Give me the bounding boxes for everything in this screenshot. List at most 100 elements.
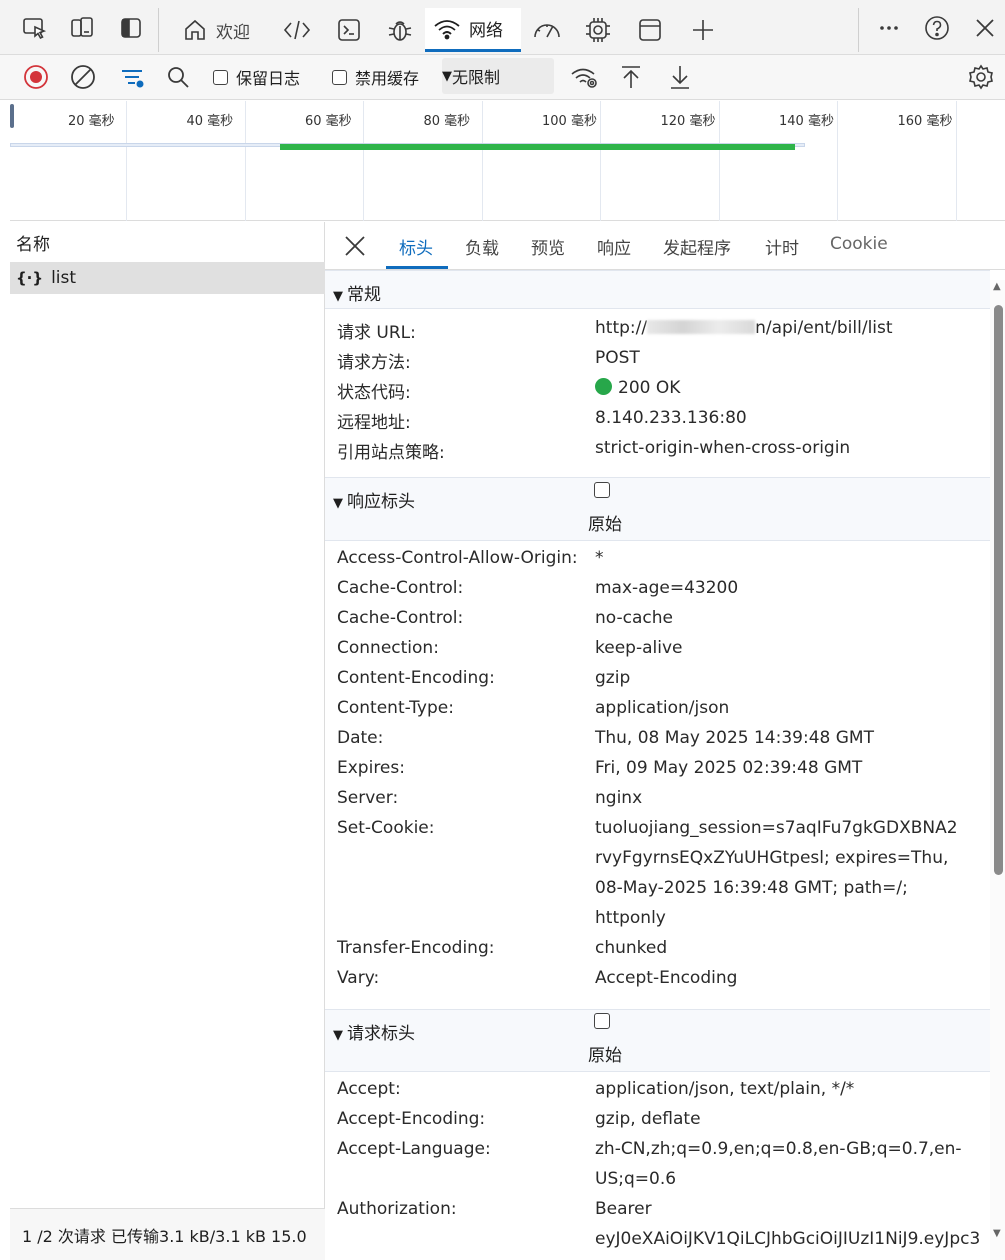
toolbar-divider [858,8,859,52]
disable-cache-checkbox[interactable]: 禁用缓存 [332,64,419,90]
code-icon [283,20,311,40]
header-value: rvyFgyrnsEQxZYuUHGtpesl; expires=Thu, [595,848,949,868]
tab-memory[interactable] [576,8,620,52]
timeline-gridline [955,101,957,221]
close-icon[interactable] [343,234,367,258]
inspect-element-icon[interactable] [21,14,49,42]
timeline-tick-label: 80 毫秒 [423,114,471,129]
throttling-value: 无限制 [452,68,501,87]
status-ok-dot-icon [595,378,612,395]
header-value: keep-alive [595,638,683,658]
tab-application[interactable] [629,8,671,52]
header-key: 引用站点策略: [337,443,445,463]
request-url-value[interactable]: http:// n/api/ent/bill/list [595,318,893,338]
scroll-down-arrow-icon[interactable]: ▼ [993,1228,1001,1239]
dock-side-icon[interactable] [117,14,145,42]
tab-headers[interactable]: 标头 [399,234,433,259]
more-tools-button[interactable] [682,8,724,52]
tab-preview[interactable]: 预览 [531,234,565,259]
tab-network[interactable]: 网络 [425,8,521,52]
list-item[interactable]: {·} list [10,262,325,294]
header-value: gzip [595,668,631,688]
help-icon[interactable] [923,14,951,42]
tab-welcome-label: 欢迎 [216,22,250,43]
timeline-gridline [837,101,838,221]
record-icon [24,65,48,89]
tab-welcome[interactable]: 欢迎 [174,8,258,52]
header-value: gzip, deflate [595,1109,701,1129]
record-button[interactable] [23,64,49,90]
close-devtools-icon[interactable] [971,14,999,42]
response-headers-section-header[interactable]: ▼ 响应标头 原始 [325,477,990,541]
tab-response[interactable]: 响应 [597,234,631,259]
device-emulation-icon[interactable] [68,14,96,42]
filter-button[interactable] [119,64,145,90]
timeline-gridline [481,101,483,221]
search-icon [168,67,189,88]
scroll-up-arrow-icon[interactable]: ▲ [993,281,1001,292]
header-key: Content-Type: [337,698,454,718]
clear-button[interactable] [70,64,96,90]
timeline-tick-label: 140 毫秒 [779,114,834,129]
request-details: 标头 负载 预览 响应 发起程序 计时 Cookie ▼ 常规 请求 URL: h… [325,222,1005,1260]
header-key: Cache-Control: [337,608,464,628]
raw-checkbox[interactable] [594,482,610,498]
tab-payload[interactable]: 负载 [465,234,499,259]
preserve-log-checkbox[interactable]: 保留日志 [213,64,300,90]
network-overview-timeline[interactable]: 20 毫秒 40 毫秒 60 毫秒 80 毫秒 100 毫秒 120 毫秒 140 毫秒 16… [10,101,1005,221]
tab-cookies[interactable]: Cookie [830,234,888,254]
preserve-log-box[interactable] [213,69,228,85]
network-settings-button[interactable] [968,64,994,90]
timeline-tick-label: 60 毫秒 [305,114,352,129]
network-settings-wifi-icon [571,68,597,88]
tab-sources[interactable] [378,8,422,52]
timeline-gridline [126,101,127,221]
console-icon [338,19,360,41]
tab-performance[interactable] [524,8,570,52]
header-key: 请求方法: [337,353,411,373]
request-name: list [51,268,77,288]
more-options-icon[interactable] [875,14,903,42]
header-value: httponly [595,908,666,928]
tab-timing[interactable]: 计时 [765,234,799,259]
search-button[interactable] [166,64,190,90]
raw-checkbox[interactable] [594,1013,610,1029]
plus-icon [693,20,713,40]
import-button[interactable] [619,64,643,90]
export-button[interactable] [668,64,692,90]
header-key: Cache-Control: [337,578,464,598]
tab-network-label: 网络 [469,21,503,41]
throttling-select[interactable]: ▼ 无限制 [442,58,554,94]
timeline-tick-label: 160 毫秒 [897,114,953,129]
request-headers-section-header[interactable]: ▼ 请求标头 原始 [325,1009,990,1072]
header-key: Accept-Language: [337,1139,491,1159]
header-value: nginx [595,788,643,808]
header-value: application/json [595,698,730,718]
header-key: 状态代码: [337,383,411,403]
header-value: US;q=0.6 [595,1169,677,1189]
import-har-button[interactable] [570,64,600,90]
response-headers-title-text: 响应标头 [347,492,415,512]
general-section-title: ▼ 常规 [333,280,381,305]
scrollbar-thumb[interactable] [994,305,1003,875]
header-value: Accept-Encoding [595,968,738,988]
general-section-header[interactable]: ▼ 常规 [325,270,990,309]
request-headers-title: ▼ 请求标头 [333,1019,415,1044]
tab-initiator[interactable]: 发起程序 [663,234,731,259]
disable-cache-label: 禁用缓存 [355,69,420,88]
devtools-tab-bar: 欢迎 网络 [0,0,1005,55]
tab-console[interactable] [328,8,370,52]
tab-elements[interactable] [274,8,320,52]
gear-icon [969,64,993,90]
timeline-selection-handle[interactable] [10,104,14,128]
header-value: max-age=43200 [595,578,739,598]
dropdown-triangle-icon: ▼ [442,68,452,84]
header-key: Access-Control-Allow-Origin: [337,548,578,568]
header-value: application/json, text/plain, */* [595,1079,855,1099]
name-column-header[interactable]: 名称 [10,222,325,262]
timeline-gridline [600,101,601,221]
header-key: Expires: [337,758,405,778]
application-window-icon [639,19,661,41]
disable-cache-box[interactable] [332,69,347,85]
timeline-request-bar [280,144,795,150]
